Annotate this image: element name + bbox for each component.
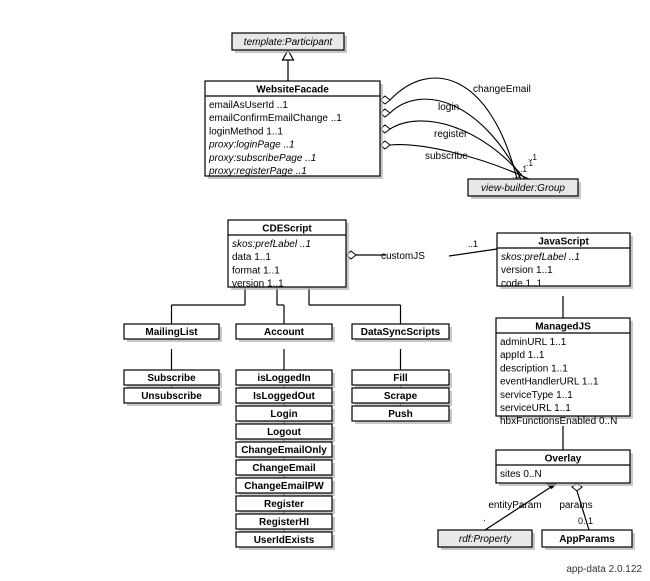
class-attribute: proxy:subscribePage ..1: [208, 153, 316, 164]
boxes-layer: template:Participant WebsiteFacade emailAs…: [123, 32, 635, 550]
class-name: view-builder:Group: [481, 183, 565, 194]
class-box-datasyncscripts[interactable]: DataSyncScripts: [351, 323, 452, 342]
class-attribute: emailConfirmEmailChange ..1: [209, 113, 342, 124]
association-multiplicity: ..1: [528, 153, 537, 162]
class-box-useridexists[interactable]: UserIdExists: [235, 531, 335, 550]
class-box-registerhi[interactable]: RegisterHI: [235, 513, 335, 532]
class-name: Login: [270, 409, 297, 420]
class-name: ChangeEmailOnly: [241, 445, 327, 456]
class-box-overlay[interactable]: Overlaysites 0..N: [495, 449, 633, 486]
class-attribute: data 1..1: [232, 252, 271, 263]
class-box-template_participant[interactable]: template:Participant: [231, 32, 347, 53]
params-multiplicity: 0..1: [578, 516, 593, 526]
class-name: Logout: [267, 427, 302, 438]
class-attribute: serviceType 1..1: [500, 390, 573, 401]
class-box-login[interactable]: Login: [235, 405, 335, 424]
class-name: Account: [264, 327, 305, 338]
class-attribute: emailAsUserId ..1: [209, 100, 288, 111]
class-name: CDEScript: [262, 224, 312, 235]
class-name: AppParams: [559, 534, 615, 545]
class-attribute: adminURL 1..1: [500, 337, 567, 348]
class-box-changeemailpw[interactable]: ChangeEmailPW: [235, 477, 335, 496]
uml-class-diagram: ..1 ..1 ..1 ..1 changeEmail login register subs…: [0, 0, 650, 581]
assoc-subscribe-label: subscribe: [425, 151, 468, 162]
class-name: MailingList: [145, 327, 198, 338]
class-attribute: eventHandlerURL 1..1: [500, 377, 599, 388]
class-box-push[interactable]: Push: [351, 405, 452, 424]
customjs-multiplicity: ..1: [468, 239, 478, 249]
class-box-subscribe[interactable]: Subscribe: [123, 369, 222, 388]
class-name: UserIdExists: [254, 535, 315, 546]
class-name: Unsubscribe: [141, 391, 202, 402]
assoc-changeemail-label: changeEmail: [473, 84, 531, 95]
class-attribute: appId 1..1: [500, 350, 545, 361]
class-name: Subscribe: [147, 373, 196, 384]
class-attribute: description 1..1: [500, 363, 568, 374]
class-attribute: proxy:loginPage ..1: [208, 140, 295, 151]
customjs-line-right: [448, 248, 498, 257]
class-attribute: loginMethod 1..1: [209, 126, 283, 137]
class-attribute: serviceURL 1..1: [500, 403, 571, 414]
assoc-entityparam-label: entityParam: [488, 500, 541, 511]
class-attribute: version 1..1: [232, 279, 284, 290]
class-attribute: code 1..1: [501, 278, 543, 289]
class-box-managedjs[interactable]: ManagedJS adminURL 1..1 appId 1..1 descript…: [495, 317, 633, 427]
diagram-canvas: ..1..1..1..1changeEmailloginregistersubs…: [123, 32, 635, 550]
class-name: rdf:Property: [459, 534, 512, 545]
class-box-changeemailonly[interactable]: ChangeEmailOnly: [235, 441, 335, 460]
assoc-params-label: params: [559, 500, 592, 511]
class-box-isloggedin[interactable]: isLoggedIn: [235, 369, 335, 388]
class-name: template:Participant: [244, 37, 334, 48]
assoc-register-label: register: [434, 129, 468, 140]
class-box-view_builder_group[interactable]: view-builder:Group: [467, 178, 581, 199]
class-attribute: proxy:registerPage ..1: [208, 166, 307, 177]
class-box-appparams[interactable]: AppParams: [541, 529, 635, 550]
class-box-fill[interactable]: Fill: [351, 369, 452, 388]
entityparam-dot: .: [483, 513, 486, 524]
class-box-website_facade[interactable]: WebsiteFacade emailAsUserId ..1 emailConfi…: [204, 80, 383, 179]
class-box-unsubscribe[interactable]: Unsubscribe: [123, 387, 222, 406]
class-attribute: sites 0..N: [500, 469, 542, 480]
class-box-account[interactable]: Account: [235, 323, 335, 342]
class-attribute: skos:prefLabel ..1: [501, 252, 580, 263]
class-name: ChangeEmailPW: [244, 481, 324, 492]
class-name: Fill: [393, 373, 408, 384]
assoc-customjs-label: customJS: [381, 251, 425, 262]
class-attribute: skos:prefLabel ..1: [232, 239, 311, 250]
class-box-javascript[interactable]: JavaScript skos:prefLabel ..1 version 1..1…: [496, 232, 633, 289]
class-box-logout[interactable]: Logout: [235, 423, 335, 442]
class-box-cdescript[interactable]: CDEScript skos:prefLabel ..1 data 1..1 form…: [227, 219, 349, 290]
class-box-register[interactable]: Register: [235, 495, 335, 514]
class-name: JavaScript: [538, 237, 589, 248]
class-name: ChangeEmail: [252, 463, 316, 474]
class-box-rdf_property[interactable]: rdf:Property: [437, 529, 535, 550]
class-box-mailinglist[interactable]: MailingList: [123, 323, 222, 342]
class-name: DataSyncScripts: [361, 327, 441, 338]
class-attribute: version 1..1: [501, 265, 553, 276]
class-name: RegisterHI: [259, 517, 309, 528]
class-box-scrape[interactable]: Scrape: [351, 387, 452, 406]
class-name: IsLoggedOut: [253, 391, 315, 402]
assoc-login-label: login: [438, 102, 459, 113]
class-name: Push: [388, 409, 412, 420]
class-attribute: hbxFunctionsEnabled 0..N: [500, 416, 617, 427]
class-box-changeemail[interactable]: ChangeEmail: [235, 459, 335, 478]
class-name: Register: [264, 499, 304, 510]
class-name: isLoggedIn: [257, 373, 310, 384]
class-name: WebsiteFacade: [256, 85, 329, 96]
class-name: Scrape: [384, 391, 418, 402]
class-name: Overlay: [545, 454, 582, 465]
class-name: ManagedJS: [535, 322, 591, 333]
class-box-isloggedout[interactable]: IsLoggedOut: [235, 387, 335, 406]
version-footer: app-data 2.0.122: [566, 564, 642, 575]
class-attribute: format 1..1: [232, 265, 280, 276]
